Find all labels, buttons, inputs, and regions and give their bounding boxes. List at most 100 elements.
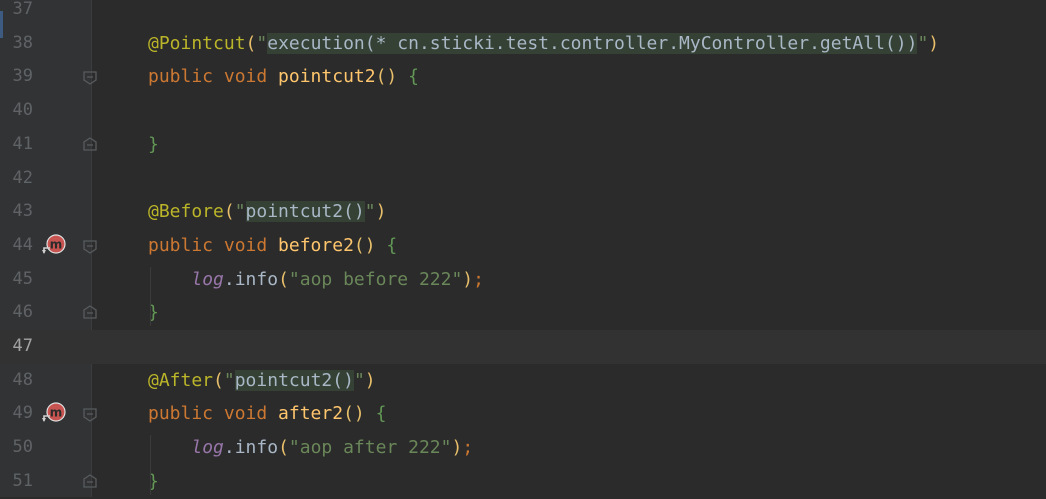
code-line[interactable]: 50 log.info("aop after 222"); bbox=[0, 431, 1046, 465]
code-line[interactable]: 45 log.info("aop before 222"); bbox=[0, 263, 1046, 297]
line-number: 37 bbox=[12, 0, 33, 19]
code-token: "aop before 222" bbox=[288, 268, 463, 290]
code-token: ; bbox=[462, 437, 474, 459]
code-token: " bbox=[353, 369, 365, 391]
code-token: () bbox=[353, 234, 387, 256]
code-line[interactable]: 47 bbox=[0, 330, 1046, 364]
code-line[interactable]: 40 bbox=[0, 94, 1046, 128]
aop-advice-method-icon[interactable]: m bbox=[40, 401, 68, 425]
code-line[interactable]: 46} bbox=[0, 296, 1046, 330]
line-number: 40 bbox=[12, 100, 33, 121]
line-number: 50 bbox=[12, 437, 33, 458]
code-token: ) bbox=[928, 32, 940, 54]
code-line[interactable]: 42 bbox=[0, 162, 1046, 196]
code-token: " bbox=[364, 201, 376, 223]
code-token: ( bbox=[213, 369, 224, 391]
code-token: " bbox=[256, 32, 268, 54]
code-token: log bbox=[191, 268, 224, 290]
code-token: ) bbox=[462, 268, 474, 290]
code-line[interactable]: 44 public void before2() { m bbox=[0, 229, 1046, 263]
code-token: ; bbox=[473, 268, 484, 290]
code-token: " bbox=[234, 201, 246, 223]
code-token: public bbox=[148, 66, 224, 88]
code-token: ( bbox=[223, 201, 235, 223]
code-line[interactable]: 48 @After("pointcut2()") bbox=[0, 364, 1046, 398]
code-token: public bbox=[148, 234, 224, 256]
code-line[interactable]: 49 public void after2() { m bbox=[0, 397, 1046, 431]
line-number: 45 bbox=[12, 268, 33, 289]
fold-close-icon[interactable] bbox=[82, 473, 98, 489]
code-line[interactable]: 51} bbox=[0, 465, 1046, 499]
code-token: @Pointcut bbox=[148, 32, 246, 54]
code-text: public void before2() { bbox=[148, 229, 397, 263]
line-number: 48 bbox=[12, 369, 33, 390]
line-number: 42 bbox=[12, 167, 33, 188]
code-text: @Pointcut("execution(* cn.sticki.test.co… bbox=[148, 27, 939, 61]
code-token: void bbox=[223, 403, 279, 425]
line-number: 44 bbox=[12, 234, 33, 255]
line-number: 49 bbox=[12, 403, 33, 424]
code-token: ) bbox=[451, 437, 463, 459]
line-number: 51 bbox=[12, 470, 33, 491]
indent-guide bbox=[150, 266, 151, 327]
code-token: pointcut2 bbox=[278, 66, 376, 88]
code-text: log.info("aop after 222"); bbox=[148, 431, 473, 465]
code-token: .info bbox=[223, 437, 279, 459]
code-text: log.info("aop before 222"); bbox=[148, 263, 484, 297]
code-token: before2 bbox=[278, 234, 354, 256]
line-number: 38 bbox=[12, 32, 33, 53]
code-token: pointcut2() bbox=[234, 369, 354, 391]
code-text: @After("pointcut2()") bbox=[148, 364, 376, 398]
code-token: @After bbox=[148, 369, 214, 391]
code-token: () bbox=[375, 66, 409, 88]
code-line[interactable]: 38 @Pointcut("execution(* cn.sticki.test.… bbox=[0, 27, 1046, 61]
code-token: " bbox=[917, 32, 929, 54]
fold-open-icon[interactable] bbox=[82, 70, 98, 86]
code-token: ( bbox=[245, 32, 257, 54]
indent-guide bbox=[150, 435, 151, 495]
line-number: 41 bbox=[12, 133, 33, 154]
line-number: 47 bbox=[12, 336, 33, 356]
code-token: ( bbox=[278, 268, 289, 290]
fold-open-icon[interactable] bbox=[82, 407, 98, 423]
svg-text:m: m bbox=[50, 237, 63, 251]
fold-close-icon[interactable] bbox=[82, 304, 98, 320]
code-text: @Before("pointcut2()") bbox=[148, 195, 386, 229]
code-line[interactable]: 41} bbox=[0, 128, 1046, 162]
code-text: public void after2() { bbox=[148, 397, 386, 431]
code-token: execution(* cn.sticki.test.controller.My… bbox=[267, 32, 918, 54]
code-token: ) bbox=[364, 369, 376, 391]
line-number: 46 bbox=[12, 302, 33, 323]
code-token: void bbox=[223, 234, 279, 256]
code-token: ) bbox=[375, 201, 387, 223]
code-token: "aop after 222" bbox=[288, 437, 452, 459]
code-token: { bbox=[386, 234, 398, 256]
svg-text:m: m bbox=[50, 406, 63, 420]
code-token: void bbox=[223, 66, 279, 88]
code-token: () bbox=[343, 403, 376, 425]
code-line[interactable]: 37 bbox=[0, 0, 1046, 27]
code-line[interactable]: 43 @Before("pointcut2()") bbox=[0, 195, 1046, 229]
code-token: after2 bbox=[278, 403, 344, 425]
fold-open-icon[interactable] bbox=[82, 239, 98, 255]
code-token: ( bbox=[278, 437, 289, 459]
code-token: log bbox=[191, 437, 224, 459]
code-token: { bbox=[408, 66, 419, 88]
code-text: } bbox=[148, 128, 159, 162]
code-token: } bbox=[148, 133, 159, 155]
line-number: 39 bbox=[12, 66, 33, 87]
code-token: { bbox=[375, 403, 387, 425]
code-token: pointcut2() bbox=[245, 201, 365, 223]
code-token: public bbox=[148, 403, 224, 425]
code-token: " bbox=[223, 369, 235, 391]
line-number: 43 bbox=[12, 201, 33, 222]
aop-advice-method-icon[interactable]: m bbox=[40, 233, 68, 257]
code-editor[interactable]: 37 38 @Pointcut("execution(* cn.sticki.tes… bbox=[0, 0, 1046, 497]
code-text: public void pointcut2() { bbox=[148, 60, 419, 94]
fold-close-icon[interactable] bbox=[82, 136, 98, 152]
code-token: @Before bbox=[148, 201, 224, 223]
code-token: .info bbox=[223, 268, 279, 290]
code-line[interactable]: 39 public void pointcut2() { bbox=[0, 60, 1046, 94]
